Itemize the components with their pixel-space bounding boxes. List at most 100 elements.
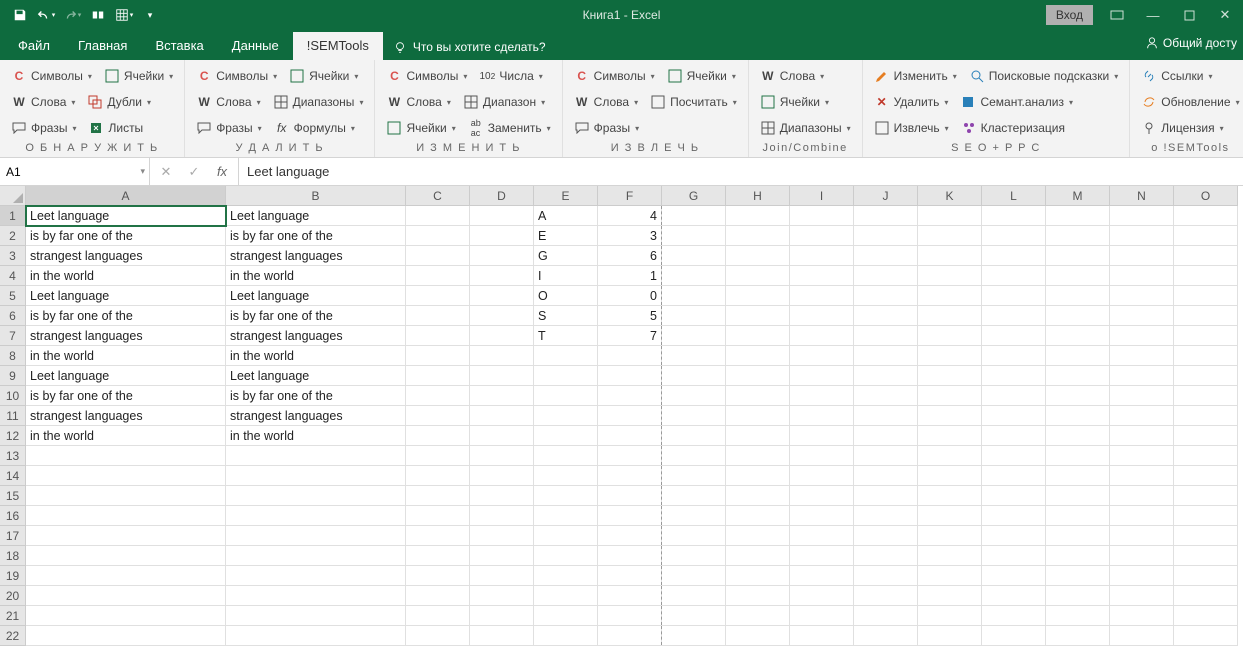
login-button[interactable]: Вход bbox=[1046, 5, 1093, 25]
seo-semant-button[interactable]: Семант.анализ▾ bbox=[955, 92, 1078, 112]
cell[interactable] bbox=[1046, 486, 1110, 506]
cell[interactable] bbox=[598, 346, 662, 366]
cell[interactable] bbox=[406, 506, 470, 526]
cell[interactable] bbox=[534, 606, 598, 626]
delete-words-button[interactable]: WСлова▾ bbox=[191, 92, 265, 112]
cell[interactable] bbox=[918, 506, 982, 526]
cell[interactable] bbox=[726, 446, 790, 466]
column-header[interactable]: K bbox=[918, 186, 982, 206]
cell[interactable]: S bbox=[534, 306, 598, 326]
cell[interactable] bbox=[790, 466, 854, 486]
cell[interactable] bbox=[662, 366, 726, 386]
cell[interactable] bbox=[918, 606, 982, 626]
cell[interactable] bbox=[598, 446, 662, 466]
cell[interactable] bbox=[406, 486, 470, 506]
cell[interactable] bbox=[854, 226, 918, 246]
row-header[interactable]: 12 bbox=[0, 426, 26, 446]
cell[interactable] bbox=[534, 406, 598, 426]
column-header[interactable]: O bbox=[1174, 186, 1238, 206]
cell[interactable]: in the world bbox=[26, 426, 226, 446]
cell[interactable] bbox=[26, 466, 226, 486]
cell[interactable]: in the world bbox=[226, 346, 406, 366]
cell[interactable] bbox=[918, 566, 982, 586]
cell[interactable] bbox=[1110, 446, 1174, 466]
cells-area[interactable]: Leet languageLeet languageA4is by far on… bbox=[26, 206, 1238, 646]
cell[interactable] bbox=[662, 546, 726, 566]
cell[interactable] bbox=[470, 306, 534, 326]
cell[interactable] bbox=[1046, 226, 1110, 246]
cell[interactable] bbox=[1110, 366, 1174, 386]
cell[interactable] bbox=[1110, 566, 1174, 586]
cell[interactable] bbox=[918, 546, 982, 566]
cell[interactable] bbox=[1110, 506, 1174, 526]
extract-phrases-button[interactable]: Фразы▾ bbox=[569, 118, 644, 138]
cell[interactable] bbox=[662, 526, 726, 546]
cell[interactable] bbox=[1110, 226, 1174, 246]
cell[interactable] bbox=[1110, 386, 1174, 406]
cell[interactable] bbox=[982, 306, 1046, 326]
cell[interactable] bbox=[662, 266, 726, 286]
cell[interactable] bbox=[982, 546, 1046, 566]
tab-file[interactable]: Файл bbox=[4, 32, 64, 60]
cell[interactable] bbox=[1046, 406, 1110, 426]
cell[interactable] bbox=[1046, 206, 1110, 226]
cell[interactable] bbox=[26, 566, 226, 586]
cell[interactable] bbox=[1046, 546, 1110, 566]
cell[interactable] bbox=[534, 506, 598, 526]
cell[interactable] bbox=[598, 586, 662, 606]
cell[interactable] bbox=[726, 626, 790, 646]
about-license-button[interactable]: Лицензия▾ bbox=[1136, 118, 1228, 138]
cell[interactable] bbox=[226, 606, 406, 626]
row-header[interactable]: 16 bbox=[0, 506, 26, 526]
cell[interactable] bbox=[726, 546, 790, 566]
cell[interactable]: G bbox=[534, 246, 598, 266]
cell[interactable] bbox=[982, 246, 1046, 266]
maximize-icon[interactable] bbox=[1171, 3, 1207, 27]
name-box-input[interactable] bbox=[6, 165, 143, 179]
cell[interactable] bbox=[226, 546, 406, 566]
cell[interactable] bbox=[918, 366, 982, 386]
cell[interactable] bbox=[790, 246, 854, 266]
detect-words-button[interactable]: WСлова▾ bbox=[6, 92, 80, 112]
cell[interactable] bbox=[790, 426, 854, 446]
tell-me-input[interactable]: Что вы хотите сделать? bbox=[383, 35, 556, 60]
cell[interactable] bbox=[1110, 206, 1174, 226]
cell[interactable] bbox=[982, 446, 1046, 466]
cell[interactable] bbox=[470, 626, 534, 646]
cell[interactable] bbox=[726, 286, 790, 306]
change-replace-button[interactable]: abacЗаменить▾ bbox=[463, 118, 556, 138]
seo-cluster-button[interactable]: Кластеризация bbox=[956, 118, 1070, 138]
cell[interactable] bbox=[662, 486, 726, 506]
cell[interactable] bbox=[406, 606, 470, 626]
cell[interactable] bbox=[1174, 286, 1238, 306]
column-header[interactable]: F bbox=[598, 186, 662, 206]
row-header[interactable]: 3 bbox=[0, 246, 26, 266]
cell[interactable] bbox=[534, 626, 598, 646]
cell[interactable] bbox=[1174, 526, 1238, 546]
cell[interactable] bbox=[982, 206, 1046, 226]
cell[interactable] bbox=[1110, 426, 1174, 446]
cell[interactable] bbox=[1174, 506, 1238, 526]
change-cells-button[interactable]: Ячейки▾ bbox=[381, 118, 460, 138]
cell[interactable] bbox=[598, 366, 662, 386]
cell[interactable] bbox=[470, 386, 534, 406]
cell[interactable] bbox=[918, 466, 982, 486]
cell[interactable] bbox=[534, 446, 598, 466]
cell[interactable] bbox=[726, 266, 790, 286]
join-words-button[interactable]: WСлова▾ bbox=[755, 66, 829, 86]
extract-symbols-button[interactable]: CСимволы▾ bbox=[569, 66, 660, 86]
cell[interactable] bbox=[854, 606, 918, 626]
cell[interactable] bbox=[1174, 346, 1238, 366]
cell[interactable] bbox=[982, 526, 1046, 546]
cell[interactable] bbox=[470, 426, 534, 446]
cell[interactable] bbox=[790, 586, 854, 606]
cell[interactable] bbox=[406, 446, 470, 466]
cell[interactable] bbox=[854, 586, 918, 606]
cell[interactable] bbox=[1174, 466, 1238, 486]
redo-icon[interactable]: ▾ bbox=[60, 3, 84, 27]
cell[interactable] bbox=[1174, 626, 1238, 646]
detect-phrases-button[interactable]: Фразы▾ bbox=[6, 118, 81, 138]
cell[interactable] bbox=[226, 466, 406, 486]
spreadsheet-grid[interactable]: ABCDEFGHIJKLMNO 123456789101112131415161… bbox=[0, 186, 1243, 656]
cell[interactable]: strangest languages bbox=[26, 406, 226, 426]
